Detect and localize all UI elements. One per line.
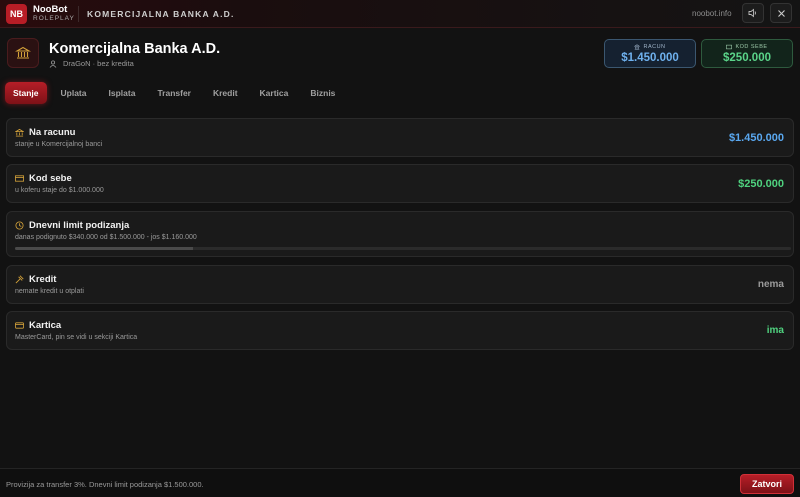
card-title: Kredit [29,274,57,285]
kod-sebe-stat: KOD SEBE $250.000 [701,39,793,68]
bank-icon [15,46,31,59]
tab-biznis[interactable]: Biznis [302,82,343,104]
card-na-racunu: Na racunu stanje u Komercijalnoj banci $… [6,118,794,157]
tab-bar: Stanje Uplata Isplata Transfer Kredit Ka… [5,82,349,104]
tab-stanje[interactable]: Stanje [5,82,47,104]
card-icon [15,322,24,329]
bank-icon [634,43,641,50]
footer-info: Provizija za transfer 3%. Dnevni limit p… [6,480,204,489]
card-subtitle: nemate kredit u otplati [15,288,84,295]
racun-stat-value: $1.450.000 [621,51,679,64]
tab-transfer[interactable]: Transfer [149,82,199,104]
card-subtitle: danas podignuto $340.000 od $1.500.000 -… [15,234,197,241]
user-icon [49,59,57,68]
tab-isplata[interactable]: Isplata [101,82,144,104]
racun-stat: RACUN $1.450.000 [604,39,696,68]
card-kartica: Kartica MasterCard, pin se vidi u sekcij… [6,311,794,350]
card-value: $250.000 [738,178,784,190]
card-title: Na racunu [29,127,76,138]
site-link[interactable]: noobot.info [692,9,732,18]
card-value: ima [766,325,784,336]
clock-icon [15,221,24,230]
card-kredit: Kredit nemate kredit u otplati nema [6,265,794,304]
brand-name: NooBot [33,4,68,15]
limit-progress-fill [15,247,194,250]
close-window-button[interactable] [770,3,792,23]
card-kod-sebe: Kod sebe u koferu staje do $1.000.000 $2… [6,164,794,203]
user-name-status: DraGoN · bez kredita [63,59,134,68]
kod-sebe-stat-value: $250.000 [723,51,771,64]
bank-logo [7,38,39,68]
close-icon [777,9,785,17]
tab-kredit[interactable]: Kredit [205,82,246,104]
card-dnevni-limit: Dnevni limit podizanja danas podignuto $… [6,211,794,257]
brand-subtitle: ROLEPLAY [33,15,75,22]
footer: Provizija za transfer 3%. Dnevni limit p… [0,468,800,497]
card-subtitle: MasterCard, pin se vidi u sekciji Kartic… [15,334,138,341]
user-info: DraGoN · bez kredita [49,59,134,68]
card-value: $1.450.000 [728,132,784,144]
speaker-icon [748,8,756,18]
window-title: KOMERCIJALNA BANKA A.D. [87,9,235,19]
sound-button[interactable] [742,3,764,23]
page-title: Komercijalna Banka A.D. [49,41,221,57]
top-bar: NB NooBot ROLEPLAY KOMERCIJALNA BANKA A.… [0,0,800,28]
wallet-icon [15,175,24,182]
tab-uplata[interactable]: Uplata [53,82,95,104]
logo: NB [6,4,27,24]
card-subtitle: u koferu staje do $1.000.000 [15,187,104,194]
gavel-icon [15,275,24,284]
close-button[interactable]: Zatvori [740,474,794,494]
card-title: Kartica [29,320,62,331]
card-subtitle: stanje u Komercijalnoj banci [15,141,103,148]
racun-stat-label: RACUN [643,43,666,50]
wallet-icon [726,44,733,49]
card-title: Kod sebe [29,173,72,184]
kod-sebe-stat-label: KOD SEBE [735,43,768,50]
limit-progress-bar [15,247,791,250]
tab-kartica[interactable]: Kartica [252,82,297,104]
divider [78,6,79,22]
card-title: Dnevni limit podizanja [29,220,130,231]
bank-icon [15,128,24,137]
card-value: nema [757,279,784,290]
